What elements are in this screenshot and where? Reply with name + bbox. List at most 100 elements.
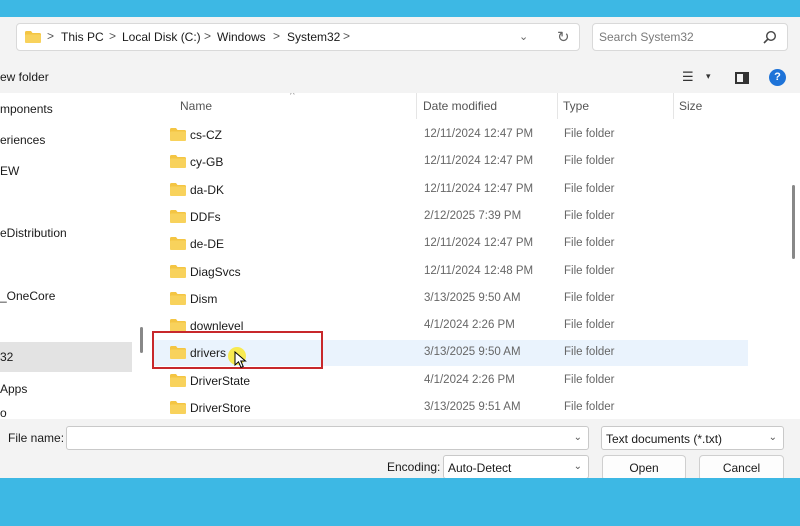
refresh-icon[interactable]: ↻ [557,28,570,46]
crumb-this-pc[interactable]: This PC [61,30,104,44]
crumb-separator: > [343,29,351,43]
encoding-label: Encoding: [387,460,441,474]
file-name: Dism [190,292,218,306]
open-button[interactable]: Open [602,455,686,478]
preview-pane-icon[interactable] [735,72,749,84]
crumb-separator: > [109,29,117,43]
file-type: File folder [564,292,615,304]
file-type: File folder [564,237,615,249]
folder-icon [170,210,186,223]
file-name: DriverState [190,374,251,388]
address-bar[interactable]: > This PC > Local Disk (C:) > Windows > … [16,23,580,51]
new-folder-button[interactable]: ew folder [0,70,49,84]
file-date-modified: 3/13/2025 9:51 AM [424,401,521,413]
file-name: cy-GB [190,155,224,169]
file-date-modified: 3/13/2025 9:50 AM [424,346,521,358]
file-row[interactable]: DriverStore 3/13/2025 9:51 AM File folder [154,395,748,419]
crumb-windows[interactable]: Windows [217,30,266,44]
file-date-modified: 12/11/2024 12:47 PM [424,155,534,167]
crumb-system32[interactable]: System32 [287,30,340,44]
save-dialog: > This PC > Local Disk (C:) > Windows > … [0,17,800,478]
nav-item-label: eDistribution [0,226,67,240]
file-list-scrollbar[interactable] [788,93,800,419]
file-name: da-DK [190,183,225,197]
file-row[interactable]: de-DE 12/11/2024 12:47 PM File folder [154,231,748,257]
folder-icon [170,401,186,414]
file-list-scroll-thumb[interactable] [792,185,795,259]
crumb-separator: > [273,29,281,43]
file-row[interactable]: cs-CZ 12/11/2024 12:47 PM File folder [154,122,748,148]
file-name-field[interactable]: ⌄ [66,426,589,450]
column-header-label: Size [679,99,703,113]
file-name: de-DE [190,237,225,251]
column-header-date[interactable]: Date modified [417,93,557,119]
search-box[interactable] [592,23,788,51]
file-row[interactable]: DDFs 2/12/2025 7:39 PM File folder [154,204,748,230]
address-dropdown-icon[interactable]: ⌄ [519,30,528,43]
file-date-modified: 4/1/2024 2:26 PM [424,374,515,386]
file-row[interactable]: da-DK 12/11/2024 12:47 PM File folder [154,177,748,203]
file-date-modified: 2/12/2025 7:39 PM [424,210,522,222]
file-date-modified: 12/11/2024 12:47 PM [424,128,534,140]
file-type: File folder [564,374,615,386]
nav-scrollbar[interactable] [134,93,148,419]
file-row[interactable]: cy-GB 12/11/2024 12:47 PM File folder [154,149,748,175]
backdrop-top [0,0,800,17]
navigation-pane: mponents eriences EW eDistribution _OneC… [0,93,134,419]
nav-item-label: _OneCore [0,289,56,303]
file-type: File folder [564,183,615,195]
nav-item-selected[interactable]: 32 [0,342,132,372]
chevron-down-icon: ⌄ [573,461,582,472]
nav-item-label: mponents [0,102,53,116]
file-name: cs-CZ [190,128,222,142]
file-type: File folder [564,210,615,222]
folder-icon [25,31,41,43]
file-name-input[interactable] [71,430,551,446]
dialog-footer: File name: ⌄ Text documents (*.txt) ⌄ En… [0,419,800,478]
file-row[interactable]: DiagSvcs 12/11/2024 12:48 PM File folder [154,259,748,285]
folder-icon [170,155,186,168]
cancel-button[interactable]: Cancel [699,455,784,478]
encoding-value: Auto-Detect [448,461,512,475]
crumb-separator: > [47,29,55,43]
file-date-modified: 3/13/2025 9:50 AM [424,292,521,304]
nav-item-label: o [0,406,7,419]
file-row[interactable]: DriverState 4/1/2024 2:26 PM File folder [154,368,748,394]
file-type: File folder [564,319,615,331]
file-type: File folder [564,346,615,358]
search-icon[interactable] [763,30,777,44]
column-header-label: Name [180,99,213,113]
column-header-type[interactable]: Type [557,93,673,119]
nav-scroll-thumb[interactable] [140,327,143,353]
file-type: File folder [564,401,615,413]
help-icon[interactable]: ? [769,69,786,86]
file-list: Name ^ Date modified Type Size cs-CZ 12/1… [148,93,788,419]
file-name: DDFs [190,210,221,224]
nav-item-label: eriences [0,133,46,147]
crumb-local-disk[interactable]: Local Disk (C:) [122,30,201,44]
file-name-label: File name: [8,431,65,445]
file-date-modified: 12/11/2024 12:47 PM [424,237,534,249]
column-header-label: Type [563,99,590,113]
folder-icon [170,237,186,250]
file-date-modified: 12/11/2024 12:48 PM [424,265,534,277]
backdrop-bottom [0,478,800,526]
folder-icon [170,128,186,141]
file-type: File folder [564,128,615,140]
file-row[interactable]: Dism 3/13/2025 9:50 AM File folder [154,286,748,312]
column-header-name[interactable]: Name [174,93,418,119]
view-menu-icon[interactable]: ☰ [682,69,694,85]
search-input[interactable] [599,28,759,46]
sort-ascending-icon: ^ [290,93,295,101]
file-type-value: Text documents (*.txt) [606,432,723,446]
file-type-select[interactable]: Text documents (*.txt) ⌄ [601,426,784,450]
chevron-down-icon[interactable]: ⌄ [574,432,582,443]
encoding-select[interactable]: Auto-Detect ⌄ [443,455,589,478]
column-header-label: Date modified [423,99,498,113]
folder-icon [170,292,186,305]
chevron-down-icon[interactable]: ▾ [706,71,711,82]
column-header-size[interactable]: Size [673,93,753,119]
nav-item-label: EW [0,164,20,178]
chevron-down-icon: ⌄ [768,432,777,443]
file-name: DriverStore [190,401,251,415]
